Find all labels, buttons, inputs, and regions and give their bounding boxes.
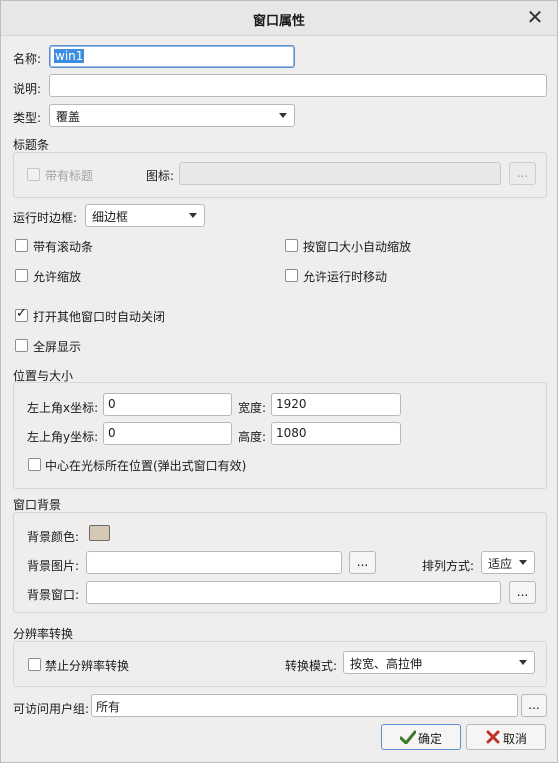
arrange-select[interactable]: 适应 [481, 551, 535, 574]
scrollbar-label: 带有滚动条 [33, 240, 94, 254]
name-input[interactable]: win1 [49, 45, 295, 68]
x-input[interactable]: 0 [103, 393, 232, 416]
background-section-title: 窗口背景 [13, 498, 62, 512]
cancel-label: 取消 [503, 732, 528, 746]
height-input[interactable]: 1080 [271, 422, 401, 445]
type-label: 类型: [13, 111, 42, 125]
ok-button[interactable]: 确定 [381, 724, 461, 750]
cancel-x-icon [486, 730, 500, 744]
bg-image-browse-button[interactable]: ... [349, 551, 376, 574]
access-label: 可访问用户组: [13, 702, 90, 716]
x-label: 左上角x坐标: [27, 401, 99, 415]
ok-label: 确定 [418, 732, 443, 746]
title-bar: 窗口属性 ✕ [1, 1, 557, 36]
scrollbar-checkbox[interactable] [15, 239, 28, 252]
resolution-section-title: 分辨率转换 [13, 627, 74, 641]
allow-move-label: 允许运行时移动 [303, 270, 388, 284]
bg-window-input[interactable] [86, 581, 501, 604]
type-select-value: 覆盖 [56, 110, 81, 124]
bg-color-label: 背景颜色: [27, 530, 80, 544]
center-cursor-checkbox[interactable] [28, 458, 41, 471]
mode-label: 转换模式: [285, 659, 338, 673]
allow-zoom-checkbox[interactable] [15, 269, 28, 282]
auto-close-checkbox[interactable] [15, 306, 28, 322]
with-title-label: 带有标题 [45, 169, 94, 183]
height-label: 高度: [238, 430, 267, 444]
y-input[interactable]: 0 [103, 422, 232, 445]
allow-zoom-label: 允许缩放 [33, 270, 82, 284]
description-label: 说明: [13, 82, 42, 96]
mode-select[interactable]: 按宽、高拉伸 [343, 651, 535, 674]
bg-window-browse-button[interactable]: ... [509, 581, 536, 604]
mode-value: 按宽、高拉伸 [350, 657, 423, 671]
allow-move-checkbox[interactable] [285, 269, 298, 282]
width-input[interactable]: 1920 [271, 393, 401, 416]
fullscreen-checkbox[interactable] [15, 339, 28, 352]
icon-browse-button[interactable]: ... [509, 162, 536, 185]
chevron-down-icon [519, 660, 527, 665]
autoscale-label: 按窗口大小自动缩放 [303, 240, 412, 254]
fullscreen-label: 全屏显示 [33, 340, 82, 354]
runtime-border-value: 细边框 [92, 210, 129, 224]
disable-resolution-label: 禁止分辨率转换 [45, 659, 130, 673]
icon-label: 图标: [146, 169, 175, 183]
chevron-down-icon [189, 213, 197, 218]
cancel-button[interactable]: 取消 [466, 724, 546, 750]
y-label: 左上角y坐标: [27, 430, 99, 444]
disable-resolution-checkbox[interactable] [28, 658, 41, 671]
close-icon[interactable]: ✕ [525, 7, 545, 27]
runtime-border-label: 运行时边框: [13, 211, 78, 225]
arrange-label: 排列方式: [422, 559, 475, 573]
chevron-down-icon [279, 113, 287, 118]
bg-image-input[interactable] [86, 551, 342, 574]
icon-input[interactable] [179, 162, 501, 185]
access-input[interactable]: 所有 [91, 694, 518, 717]
bg-color-swatch[interactable] [89, 525, 110, 541]
center-cursor-label: 中心在光标所在位置(弹出式窗口有效) [45, 459, 247, 473]
name-label: 名称: [13, 52, 42, 66]
ok-icon [400, 730, 416, 744]
bg-window-label: 背景窗口: [27, 588, 80, 602]
name-value: win1 [54, 49, 85, 63]
type-select[interactable]: 覆盖 [49, 104, 295, 127]
width-label: 宽度: [238, 401, 267, 415]
window-properties-dialog: 窗口属性 ✕ 名称: win1 说明: 类型: 覆盖 标题条 带有标题 图标: … [0, 0, 558, 763]
access-browse-button[interactable]: ... [521, 694, 547, 717]
titlebar-section-title: 标题条 [13, 138, 50, 152]
chevron-down-icon [519, 560, 527, 565]
runtime-border-select[interactable]: 细边框 [85, 204, 205, 227]
arrange-value: 适应 [488, 557, 513, 571]
bg-image-label: 背景图片: [27, 559, 80, 573]
dialog-title: 窗口属性 [252, 14, 305, 29]
with-title-checkbox[interactable] [27, 168, 40, 181]
description-input[interactable] [49, 74, 547, 97]
autoscale-checkbox[interactable] [285, 239, 298, 252]
auto-close-label: 打开其他窗口时自动关闭 [33, 310, 166, 324]
